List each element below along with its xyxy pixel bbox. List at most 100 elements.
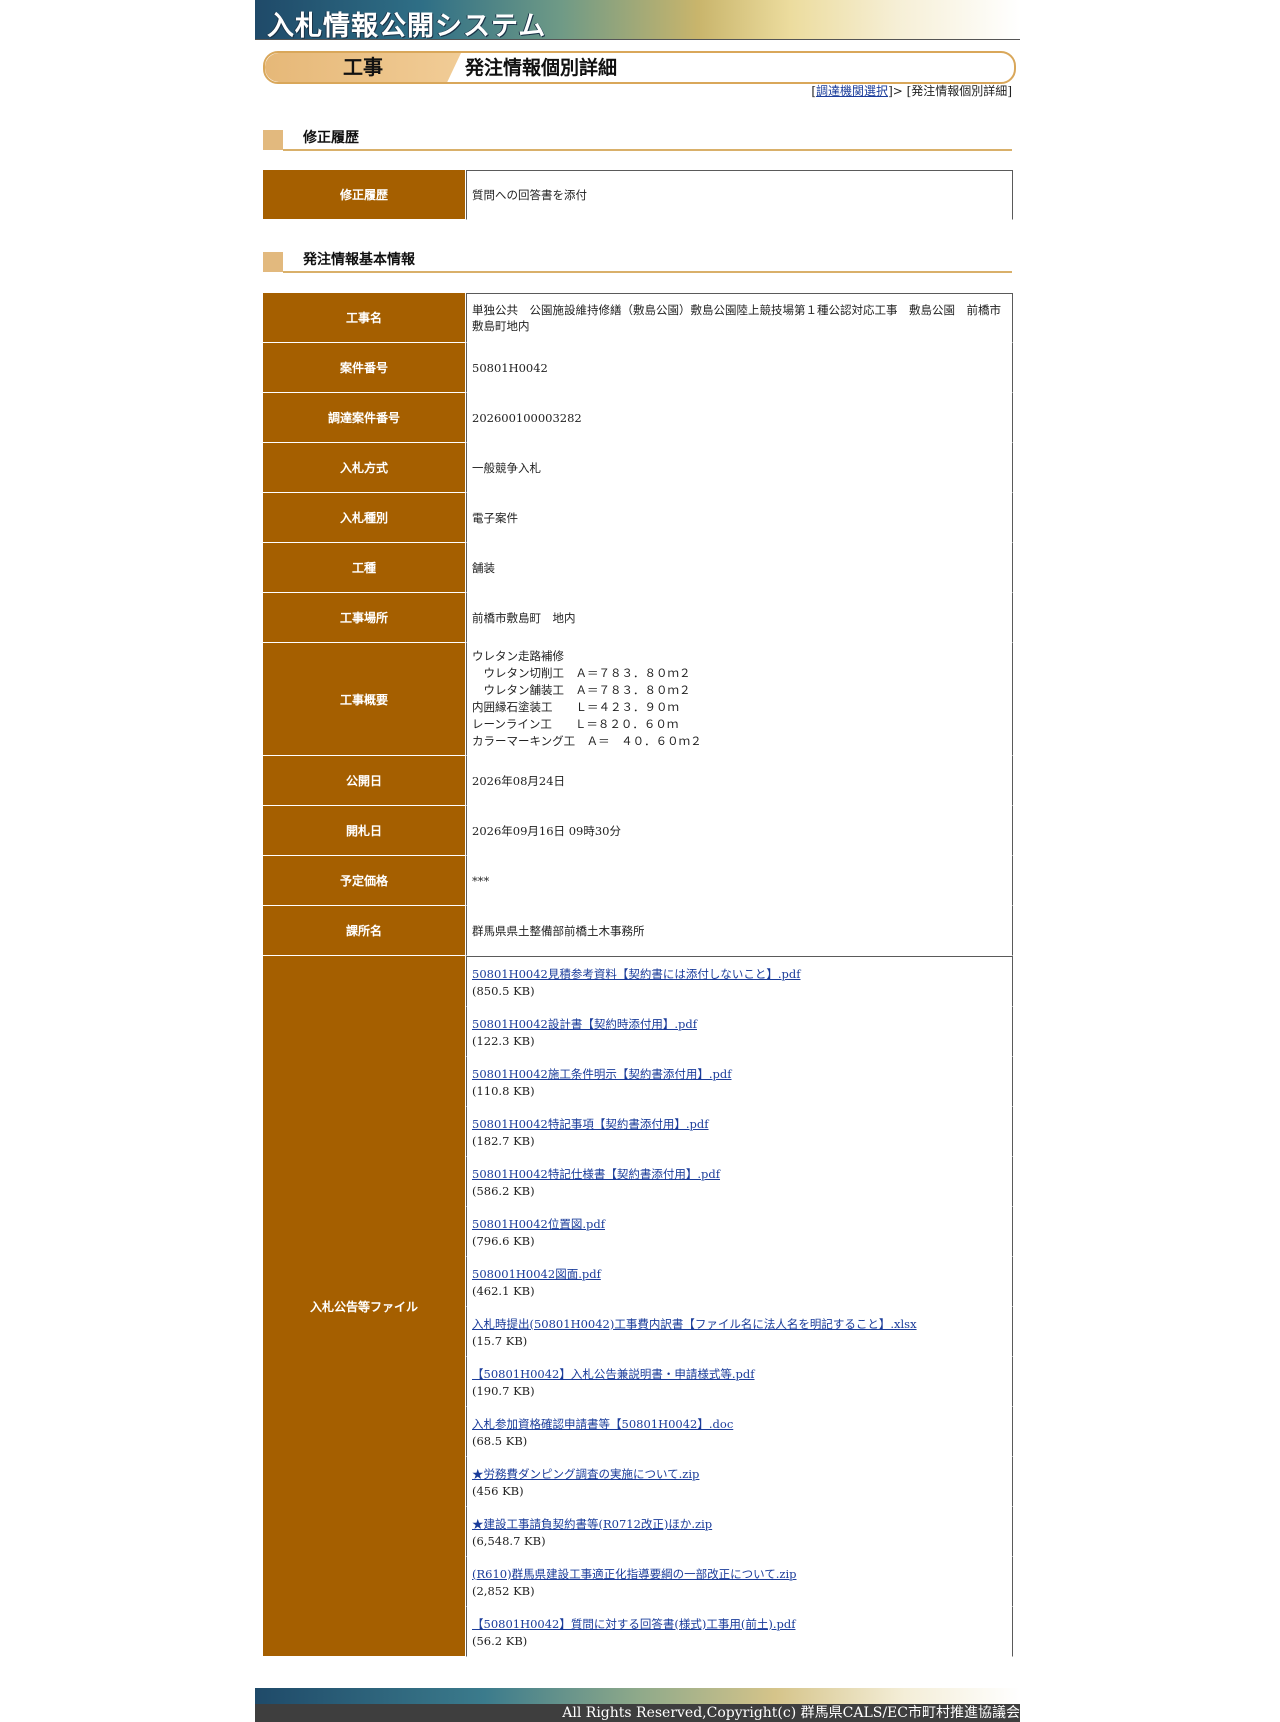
- section-heading-history: 修正履歴: [263, 128, 1012, 151]
- file-item: 50801H0042見積参考資料【契約書には添付しないこと】.pdf (850.5…: [466, 956, 1013, 1007]
- row-value: 質問への回答書を添付: [466, 170, 1013, 220]
- row-label: 開札日: [263, 806, 466, 856]
- row-label: 公開日: [263, 756, 466, 806]
- section-rule: [283, 149, 1012, 151]
- file-link[interactable]: 50801H0042施工条件明示【契約書添付用】.pdf: [472, 1067, 732, 1081]
- file-item: 508001H0042図面.pdf (462.1 KB): [466, 1257, 1013, 1307]
- file-link[interactable]: ★建設工事請負契約書等(R0712改正)ほか.zip: [472, 1517, 712, 1531]
- file-link[interactable]: 入札参加資格確認申請書等【50801H0042】.doc: [472, 1417, 733, 1431]
- file-link[interactable]: 【50801H0042】質問に対する回答書(様式)工事用(前土).pdf: [472, 1617, 795, 1631]
- file-link[interactable]: 50801H0042見積参考資料【契約書には添付しないこと】.pdf: [472, 967, 801, 981]
- page-header: 工事 発注情報個別詳細: [263, 51, 1016, 84]
- row-label: 工事概要: [263, 643, 466, 756]
- file-size: (462.1 KB): [472, 1283, 535, 1298]
- file-link[interactable]: 50801H0042設計書【契約時添付用】.pdf: [472, 1017, 697, 1031]
- file-size: (850.5 KB): [472, 983, 535, 998]
- file-item: 【50801H0042】入札公告兼説明書・申請様式等.pdf (190.7 KB): [466, 1357, 1013, 1407]
- file-size: (2,852 KB): [472, 1583, 535, 1598]
- basic-info-table: 工事名 単独公共 公園施設維持修繕（敷島公園）敷島公園陸上競技場第１種公認対応工事…: [263, 293, 1013, 1657]
- file-size: (586.2 KB): [472, 1183, 535, 1198]
- file-item: 50801H0042特記仕様書【契約書添付用】.pdf (586.2 KB): [466, 1157, 1013, 1207]
- file-link[interactable]: 50801H0042特記仕様書【契約書添付用】.pdf: [472, 1167, 720, 1181]
- file-row: 50801H0042特記事項【契約書添付用】.pdf (182.7 KB): [466, 1107, 1013, 1157]
- file-row: 【50801H0042】質問に対する回答書(様式)工事用(前土).pdf (56.…: [466, 1607, 1013, 1657]
- file-size: (68.5 KB): [472, 1433, 528, 1448]
- table-row: 工事場所 前橋市敷島町 地内: [263, 593, 1013, 643]
- row-label: 案件番号: [263, 343, 466, 393]
- file-item: 【50801H0042】質問に対する回答書(様式)工事用(前土).pdf (56.…: [466, 1607, 1013, 1657]
- row-value: 202600100003282: [466, 393, 1013, 443]
- file-link[interactable]: 50801H0042位置図.pdf: [472, 1217, 605, 1231]
- table-row: 課所名 群馬県県土整備部前橋土木事務所: [263, 906, 1013, 956]
- table-row: 開札日 2026年09月16日 09時30分: [263, 806, 1013, 856]
- file-row: 入札参加資格確認申請書等【50801H0042】.doc (68.5 KB): [466, 1407, 1013, 1457]
- footer-banner: [255, 1688, 1020, 1704]
- row-value: 一般競争入札: [466, 443, 1013, 493]
- file-link[interactable]: 50801H0042特記事項【契約書添付用】.pdf: [472, 1117, 709, 1131]
- table-row-files: 入札公告等ファイル 50801H0042見積参考資料【契約書には添付しないこと】…: [263, 956, 1013, 1657]
- page-title: 発注情報個別詳細: [465, 57, 618, 79]
- table-row: 工種 舗装: [263, 543, 1013, 593]
- file-row: ★労務費ダンピング調査の実施について.zip (456 KB): [466, 1457, 1013, 1507]
- file-row: 【50801H0042】入札公告兼説明書・申請様式等.pdf (190.7 KB): [466, 1357, 1013, 1407]
- breadcrumb-separator: ]> [: [888, 84, 912, 98]
- table-row: 入札方式 一般競争入札: [263, 443, 1013, 493]
- copyright: All Rights Reserved,Copyright(c) 群馬県CALS…: [255, 1704, 1020, 1722]
- table-row: 工事概要 ウレタン走路補修 ウレタン切削工 Ａ＝７８３．８０ｍ２ ウレタン舗装工 …: [263, 643, 1013, 756]
- section-title: 修正履歴: [303, 130, 359, 146]
- file-link[interactable]: ★労務費ダンピング調査の実施について.zip: [472, 1467, 699, 1481]
- file-size: (182.7 KB): [472, 1133, 535, 1148]
- section-rule: [283, 271, 1012, 273]
- row-value: 単独公共 公園施設維持修繕（敷島公園）敷島公園陸上競技場第１種公認対応工事 敷島…: [466, 293, 1013, 343]
- row-label: 課所名: [263, 906, 466, 956]
- row-value: 群馬県県土整備部前橋土木事務所: [466, 906, 1013, 956]
- row-value: 前橋市敷島町 地内: [466, 593, 1013, 643]
- footer: All Rights Reserved,Copyright(c) 群馬県CALS…: [255, 1688, 1020, 1722]
- file-link[interactable]: 入札時提出(50801H0042)工事費内訳書【ファイル名に法人名を明記すること…: [472, 1317, 917, 1331]
- header-category: 工事: [265, 53, 461, 82]
- section-marker: [263, 130, 283, 150]
- row-label: 修正履歴: [263, 170, 466, 220]
- file-row: 50801H0042位置図.pdf (796.6 KB): [466, 1207, 1013, 1257]
- row-label: 工種: [263, 543, 466, 593]
- breadcrumb-current: 発注情報個別詳細: [911, 84, 1008, 98]
- breadcrumb-link-agency-select[interactable]: 調達機関選択: [816, 84, 888, 98]
- file-item: 50801H0042位置図.pdf (796.6 KB): [466, 1207, 1013, 1257]
- file-size: (190.7 KB): [472, 1383, 535, 1398]
- row-value: 2026年09月16日 09時30分: [466, 806, 1013, 856]
- row-label: 入札公告等ファイル: [263, 956, 466, 1657]
- file-size: (122.3 KB): [472, 1033, 535, 1048]
- table-row: 予定価格 ***: [263, 856, 1013, 906]
- file-link[interactable]: 【50801H0042】入札公告兼説明書・申請様式等.pdf: [472, 1367, 755, 1381]
- table-row: 工事名 単独公共 公園施設維持修繕（敷島公園）敷島公園陸上競技場第１種公認対応工事…: [263, 293, 1013, 343]
- row-value: 舗装: [466, 543, 1013, 593]
- file-item: (R610)群馬県建設工事適正化指導要綱の一部改正について.zip (2,852 …: [466, 1557, 1013, 1607]
- row-label: 調達案件番号: [263, 393, 466, 443]
- table-row: 修正履歴 質問への回答書を添付: [263, 170, 1013, 220]
- page: 入札情報公開システム 工事 発注情報個別詳細 [調達機関選択]> [発注情報個別…: [255, 0, 1020, 1657]
- table-row: 案件番号 50801H0042: [263, 343, 1013, 393]
- file-row: 508001H0042図面.pdf (462.1 KB): [466, 1257, 1013, 1307]
- row-value: ***: [466, 856, 1013, 906]
- section-heading-basic: 発注情報基本情報: [263, 250, 1012, 273]
- file-size: (6,548.7 KB): [472, 1533, 546, 1548]
- file-link[interactable]: 508001H0042図面.pdf: [472, 1267, 601, 1281]
- row-label: 入札方式: [263, 443, 466, 493]
- file-row: 50801H0042見積参考資料【契約書には添付しないこと】.pdf (850.5…: [466, 956, 1013, 1007]
- file-list: 50801H0042見積参考資料【契約書には添付しないこと】.pdf (850.5…: [466, 956, 1013, 1657]
- row-value-summary: ウレタン走路補修 ウレタン切削工 Ａ＝７８３．８０ｍ２ ウレタン舗装工 Ａ＝７８…: [466, 643, 1013, 756]
- row-label: 工事場所: [263, 593, 466, 643]
- history-table: 修正履歴 質問への回答書を添付: [263, 170, 1013, 220]
- file-row: 50801H0042施工条件明示【契約書添付用】.pdf (110.8 KB): [466, 1057, 1013, 1107]
- row-label: 入札種別: [263, 493, 466, 543]
- file-link[interactable]: (R610)群馬県建設工事適正化指導要綱の一部改正について.zip: [472, 1567, 797, 1581]
- files-cell: 50801H0042見積参考資料【契約書には添付しないこと】.pdf (850.5…: [466, 956, 1013, 1657]
- breadcrumb: [調達機関選択]> [発注情報個別詳細]: [811, 82, 1012, 99]
- table-row: 調達案件番号 202600100003282: [263, 393, 1013, 443]
- breadcrumb-bracket: ]: [1007, 84, 1012, 98]
- row-value: 2026年08月24日: [466, 756, 1013, 806]
- file-item: ★建設工事請負契約書等(R0712改正)ほか.zip (6,548.7 KB): [466, 1507, 1013, 1557]
- row-label: 工事名: [263, 293, 466, 343]
- file-item: ★労務費ダンピング調査の実施について.zip (456 KB): [466, 1457, 1013, 1507]
- file-item: 50801H0042施工条件明示【契約書添付用】.pdf (110.8 KB): [466, 1057, 1013, 1107]
